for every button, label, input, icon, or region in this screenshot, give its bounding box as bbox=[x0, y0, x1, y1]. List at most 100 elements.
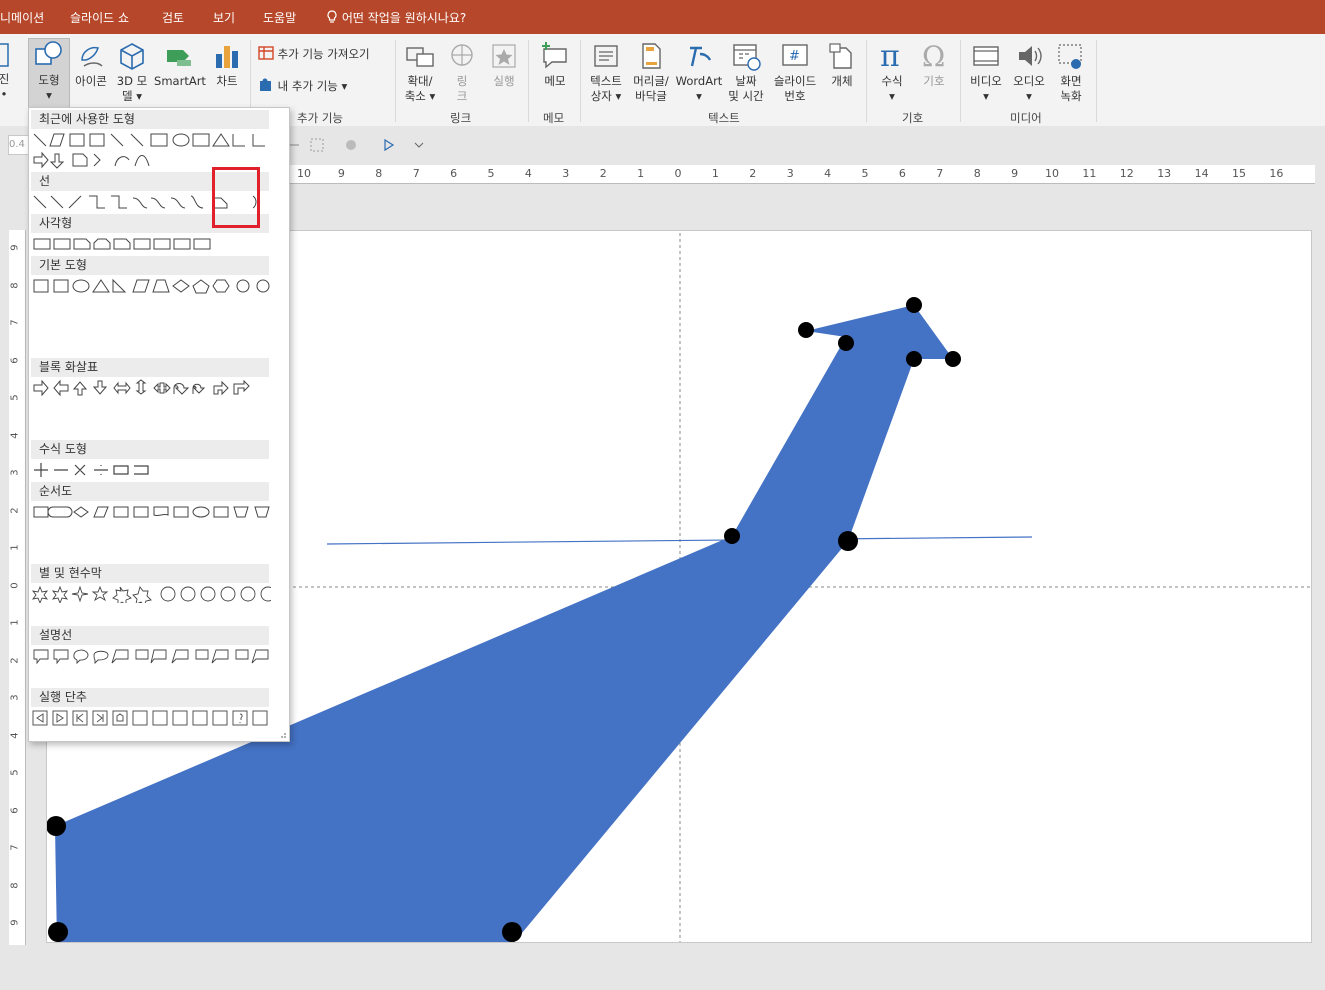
audio-button[interactable]: 오디오 ▾ bbox=[1008, 40, 1050, 104]
group-label-addins: 추가 기능 bbox=[297, 111, 343, 125]
shapes-button[interactable]: 도형 ▾ bbox=[28, 38, 70, 108]
ruler-label: 4 bbox=[824, 167, 832, 180]
smartart-icon bbox=[167, 50, 191, 66]
video-label-2: ▾ bbox=[983, 89, 989, 103]
slide-number-icon: # bbox=[782, 44, 808, 66]
tab-view[interactable]: 보기 bbox=[213, 9, 235, 26]
chart-button[interactable]: 차트 bbox=[210, 40, 244, 89]
audio-label-2: ▾ bbox=[1026, 89, 1032, 103]
zoom-button[interactable]: 확대/축소 ▾ bbox=[400, 40, 440, 104]
ruler-label: 8 bbox=[973, 167, 981, 180]
ruler-label: 6 bbox=[9, 806, 21, 814]
ruler-label: 9 bbox=[9, 919, 21, 926]
zoom-icon bbox=[406, 47, 434, 67]
slide-number-label-2: 번호 bbox=[784, 89, 806, 103]
3d-models-sub: 델 ▾ bbox=[121, 89, 142, 103]
calendar-clock-icon bbox=[733, 44, 761, 71]
tab-animations[interactable]: 니메이션 bbox=[0, 9, 44, 26]
cut-off-icon bbox=[0, 43, 9, 67]
flowchart-grid[interactable] bbox=[31, 503, 271, 521]
slide-number-button[interactable]: # 슬라이드 번호 bbox=[770, 40, 820, 104]
stars-banners-grid[interactable] bbox=[31, 585, 271, 603]
ruler-label: 9 bbox=[9, 244, 21, 251]
group-label-links: 링크 bbox=[450, 111, 472, 125]
store-icon bbox=[258, 46, 274, 60]
edit-point[interactable] bbox=[906, 297, 922, 313]
3d-models-button[interactable]: 3D 모델 ▾ bbox=[113, 40, 151, 104]
edit-point[interactable] bbox=[906, 351, 922, 367]
equation-shapes-row[interactable] bbox=[31, 461, 271, 479]
edit-point[interactable] bbox=[724, 528, 740, 544]
screen-recording-label: 화면 bbox=[1060, 74, 1082, 88]
symbol-button[interactable]: Ω 기호 bbox=[914, 40, 954, 89]
comment-button[interactable]: 메모 bbox=[536, 40, 574, 89]
header-footer-button[interactable]: 머리글/바닥글 bbox=[629, 40, 673, 104]
chart-label: 차트 bbox=[216, 74, 238, 88]
icons-button[interactable]: 아이콘 bbox=[72, 40, 110, 89]
edit-point[interactable] bbox=[945, 351, 961, 367]
ruler-label: 5 bbox=[861, 167, 869, 180]
toolbar-icons bbox=[287, 138, 424, 152]
ruler-label: 6 bbox=[898, 167, 906, 180]
action-button[interactable]: 실행 bbox=[486, 40, 522, 89]
group-separator bbox=[1096, 40, 1097, 122]
ruler-label: 1 bbox=[711, 167, 719, 180]
header-footer-icon bbox=[642, 43, 661, 69]
comment-icon bbox=[542, 42, 567, 69]
3d-models-label: 3D 모 bbox=[116, 74, 148, 88]
block-arrows-grid[interactable] bbox=[31, 379, 271, 397]
ruler-label: 13 bbox=[1157, 167, 1172, 180]
resize-grip-icon[interactable] bbox=[279, 731, 287, 739]
equation-label-2: ▾ bbox=[889, 89, 895, 103]
edit-point[interactable] bbox=[502, 922, 522, 942]
ruler-label: 5 bbox=[9, 394, 21, 401]
category-callouts: 설명선 bbox=[31, 626, 269, 645]
basic-shapes-grid[interactable] bbox=[31, 277, 271, 295]
video-button[interactable]: 비디오 ▾ bbox=[966, 40, 1006, 104]
edit-point[interactable] bbox=[838, 335, 854, 351]
group-separator bbox=[960, 40, 961, 122]
screen-recording-button[interactable]: 화면 녹화 bbox=[1052, 40, 1090, 104]
film-icon bbox=[973, 46, 999, 66]
connector-line[interactable] bbox=[326, 536, 1033, 545]
action-buttons-row[interactable] bbox=[31, 709, 271, 727]
ruler-label: 4 bbox=[9, 731, 21, 739]
ruler-label: 10 bbox=[1045, 167, 1059, 180]
my-addins-label: 내 추가 기능 bbox=[277, 79, 338, 93]
textbox-label-2: 상자 ▾ bbox=[590, 89, 622, 103]
get-addins-button[interactable]: 추가 기능 가져오기 bbox=[258, 46, 370, 62]
link-button[interactable]: 링크 bbox=[444, 40, 480, 104]
category-block-arrows: 블록 화살표 bbox=[31, 358, 269, 377]
ruler-label: 0 bbox=[674, 167, 682, 180]
tab-help[interactable]: 도움말 bbox=[263, 9, 296, 26]
equation-button[interactable]: π 수식 ▾ bbox=[872, 40, 912, 104]
smartart-button[interactable]: SmartArt bbox=[154, 40, 206, 89]
ruler-label: 8 bbox=[9, 281, 21, 289]
tab-slideshow[interactable]: 슬라이드 쇼 bbox=[70, 9, 129, 26]
edit-point[interactable] bbox=[48, 922, 68, 942]
callouts-grid[interactable] bbox=[31, 647, 271, 665]
get-addins-label: 추가 기능 가져오기 bbox=[277, 47, 370, 61]
ruler-label: 4 bbox=[524, 167, 532, 180]
speaker-icon bbox=[1019, 46, 1042, 66]
ruler-label: 7 bbox=[9, 319, 21, 326]
ruler-label: 9 bbox=[337, 167, 345, 180]
omega-icon: Ω bbox=[922, 40, 945, 72]
wordart-button[interactable]: WordArt ▾ bbox=[675, 40, 723, 104]
tab-review[interactable]: 검토 bbox=[162, 9, 184, 26]
ruler-label: 4 bbox=[9, 431, 21, 439]
ruler-label: 3 bbox=[786, 167, 794, 180]
rectangles-row[interactable] bbox=[31, 235, 271, 253]
tell-me-search[interactable]: 어떤 작업을 원하시나요? bbox=[326, 9, 466, 26]
edit-point[interactable] bbox=[798, 322, 814, 338]
zoom-label: 확대/ bbox=[407, 74, 433, 88]
recent-shapes-row[interactable] bbox=[31, 131, 271, 149]
ruler-label: 1 bbox=[9, 619, 21, 626]
object-button[interactable]: 개체 bbox=[824, 40, 860, 89]
textbox-button[interactable]: 텍스트 상자 ▾ bbox=[586, 40, 626, 104]
screen-record-icon bbox=[1058, 44, 1082, 69]
datetime-button[interactable]: 날짜 및 시간 bbox=[724, 40, 768, 104]
cutoff-button[interactable]: 진 • bbox=[0, 40, 12, 102]
my-addins-button[interactable]: 내 추가 기능 ▾ bbox=[258, 78, 347, 94]
edit-point[interactable] bbox=[838, 531, 858, 551]
